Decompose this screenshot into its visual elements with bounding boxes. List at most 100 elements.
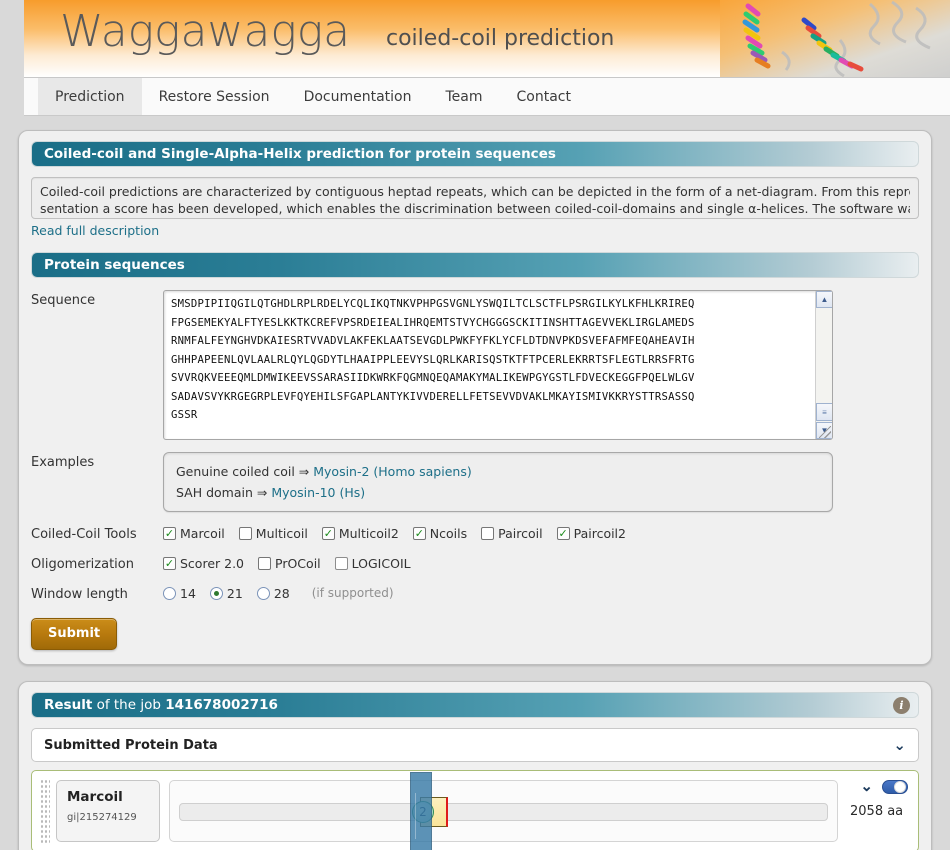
sequence-length-label: 2058 aa (850, 803, 904, 819)
description-line-1: Coiled-coil predictions are characterize… (40, 184, 910, 199)
window-option-21-label: 21 (226, 585, 243, 601)
checkbox-checked-icon[interactable]: ✓ (556, 526, 570, 540)
tool-option-multicoil-label: Multicoil (255, 525, 308, 541)
sequence-label: Sequence (31, 293, 96, 308)
tool-option-multicoil[interactable]: Multicoil (238, 525, 308, 541)
result-job-id: 141678002716 (165, 697, 278, 713)
example-1-link[interactable]: Myosin-2 (Homo sapiens) (313, 464, 471, 479)
tool-option-ncoils[interactable]: ✓ Ncoils (412, 525, 468, 541)
checkbox-checked-icon[interactable]: ✓ (163, 556, 176, 570)
intro-banner: Coiled-coil and Single-Alpha-Helix predi… (31, 141, 919, 167)
window-option-28[interactable]: 28 (256, 585, 290, 601)
site-header: Waggawagga coiled-coil prediction (24, 0, 950, 78)
sequence-body: SMSDPIPIIQGILQTGHDLRPLRDELYCQLIKQTNKVPHP… (163, 290, 919, 440)
tool-option-ncoils-label: Ncoils (429, 525, 468, 541)
textarea-resize-grip[interactable] (819, 426, 831, 438)
oligomerization-option-logicoil[interactable]: LOGICOIL (334, 556, 411, 571)
submitted-protein-data-label: Submitted Protein Data (44, 737, 218, 753)
nav-item-restore-session[interactable]: Restore Session (142, 78, 287, 115)
prediction-track[interactable]: 2 (169, 772, 838, 850)
radio-unselected-icon[interactable] (163, 586, 176, 600)
examples-row: Examples Genuine coiled coil ⇒ Myosin-2 … (31, 452, 919, 512)
window-length-options: 14 21 28 (if supported) (163, 584, 919, 602)
coiled-coil-tools-label: Coiled-Coil Tools (31, 527, 137, 542)
toggle-switch-on[interactable] (882, 779, 908, 794)
nav-item-documentation[interactable]: Documentation (287, 78, 429, 115)
tool-option-paircoil2-label: Paircoil2 (573, 525, 626, 541)
main-navigation: Prediction Restore Session Documentation… (24, 78, 950, 116)
oligomerization-label: Oligomerization (31, 557, 134, 572)
checkbox-unchecked-icon[interactable] (481, 526, 495, 540)
examples-label: Examples (31, 455, 95, 470)
tool-option-multicoil2-label: Multicoil2 (338, 525, 399, 541)
protein-structure-image (720, 0, 950, 77)
checkbox-checked-icon[interactable]: ✓ (321, 526, 335, 540)
radio-selected-icon[interactable] (209, 586, 223, 600)
submitted-protein-data-header[interactable]: Submitted Protein Data ⌄ (31, 728, 919, 762)
checkbox-checked-icon[interactable]: ✓ (412, 526, 426, 540)
site-logo-subtitle: coiled-coil prediction (386, 26, 615, 51)
tool-option-marcoil-label: Marcoil (180, 525, 225, 541)
examples-box: Genuine coiled coil ⇒ Myosin-2 (Homo sap… (163, 452, 833, 512)
oligomerization-option-scorer[interactable]: ✓ Scorer 2.0 (163, 556, 244, 571)
checkbox-unchecked-icon[interactable] (334, 556, 348, 570)
tool-option-marcoil[interactable]: ✓ Marcoil (163, 526, 225, 541)
oligomerization-option-procoil-label: PrOCoil (275, 555, 321, 571)
example-line-1: Genuine coiled coil ⇒ Myosin-2 (Homo sap… (176, 461, 820, 482)
track-cursor-marker[interactable] (410, 772, 432, 850)
nav-item-contact[interactable]: Contact (500, 78, 588, 115)
page-content: Coiled-coil and Single-Alpha-Helix predi… (0, 116, 950, 850)
sequence-text[interactable]: SMSDPIPIIQGILQTGHDLRPLRDELYCQLIKQTNKVPHP… (171, 295, 801, 425)
sequence-row: Sequence SMSDPIPIIQGILQTGHDLRPLRDELYCQLI… (31, 290, 919, 440)
tool-option-multicoil2[interactable]: ✓ Multicoil2 (321, 525, 399, 541)
example-2-link[interactable]: Myosin-10 (Hs) (271, 485, 365, 500)
result-row-controls: ⌄ (860, 779, 908, 794)
window-option-21[interactable]: 21 (209, 585, 243, 601)
protein-sequences-banner-title: Protein sequences (44, 257, 185, 273)
examples-body: Genuine coiled coil ⇒ Myosin-2 (Homo sap… (163, 452, 919, 512)
window-option-28-label: 28 (273, 585, 290, 601)
result-banner-text: Result of the job 141678002716 (44, 697, 893, 713)
oligomerization-option-scorer-label: Scorer 2.0 (180, 555, 245, 571)
tool-option-paircoil-label: Paircoil (498, 525, 543, 541)
prediction-track-bar[interactable] (179, 803, 828, 821)
sequence-scrollbar[interactable]: ▲ ≡ ▼ (815, 291, 832, 439)
drag-handle-icon[interactable] (40, 779, 50, 843)
window-option-14[interactable]: 14 (163, 586, 196, 601)
sequence-textarea[interactable]: SMSDPIPIIQGILQTGHDLRPLRDELYCQLIKQTNKVPHP… (163, 290, 833, 440)
result-banner: Result of the job 141678002716 i (31, 692, 919, 718)
page-root: Waggawagga coiled-coil prediction Predic… (0, 0, 950, 850)
nav-item-team[interactable]: Team (429, 78, 500, 115)
checkbox-unchecked-icon[interactable] (258, 556, 272, 570)
protein-sequences-banner: Protein sequences (31, 252, 919, 278)
prediction-panel: Coiled-coil and Single-Alpha-Helix predi… (18, 130, 932, 665)
info-icon[interactable]: i (893, 696, 910, 714)
chevron-down-icon[interactable]: ⌄ (893, 737, 906, 753)
oligomerization-option-procoil[interactable]: PrOCoil (258, 556, 321, 571)
tool-option-paircoil2[interactable]: ✓ Paircoil2 (556, 525, 626, 541)
example-2-text: SAH domain ⇒ (176, 485, 272, 500)
chevron-down-icon[interactable]: ⌄ (860, 779, 873, 794)
read-full-description-link[interactable]: Read full description (31, 223, 159, 238)
description-box: Coiled-coil predictions are characterize… (31, 177, 919, 219)
oligomerization-row: Oligomerization ✓ Scorer 2.0 PrOCoil LOG… (31, 554, 919, 573)
radio-unselected-icon[interactable] (256, 586, 270, 600)
window-length-hint: (if supported) (311, 586, 394, 600)
nav-item-prediction[interactable]: Prediction (38, 78, 142, 115)
checkbox-unchecked-icon[interactable] (238, 526, 252, 540)
intro-banner-title: Coiled-coil and Single-Alpha-Helix predi… (44, 146, 556, 162)
submit-button[interactable]: Submit (31, 618, 118, 650)
example-1-text: Genuine coiled coil ⇒ (176, 464, 314, 479)
scroll-up-icon[interactable]: ▲ (816, 291, 832, 308)
tool-option-paircoil[interactable]: Paircoil (481, 525, 543, 541)
checkbox-checked-icon[interactable]: ✓ (163, 526, 176, 540)
window-length-label: Window length (31, 587, 128, 602)
result-panel: Result of the job 141678002716 i Submitt… (18, 681, 932, 850)
site-logo-title: Waggawagga (60, 6, 351, 57)
scrollbar-thumb[interactable]: ≡ (816, 403, 832, 421)
nav-items: Prediction Restore Session Documentation… (24, 78, 950, 115)
result-banner-mid: of the job (92, 697, 166, 713)
result-row: Marcoil gi|215274129 2 2058 aa ⌄ (31, 770, 919, 850)
coiled-coil-tools-options: ✓ Marcoil Multicoil ✓ Multicoil2 ✓ Ncoil… (163, 524, 919, 542)
example-line-2: SAH domain ⇒ Myosin-10 (Hs) (176, 482, 820, 503)
